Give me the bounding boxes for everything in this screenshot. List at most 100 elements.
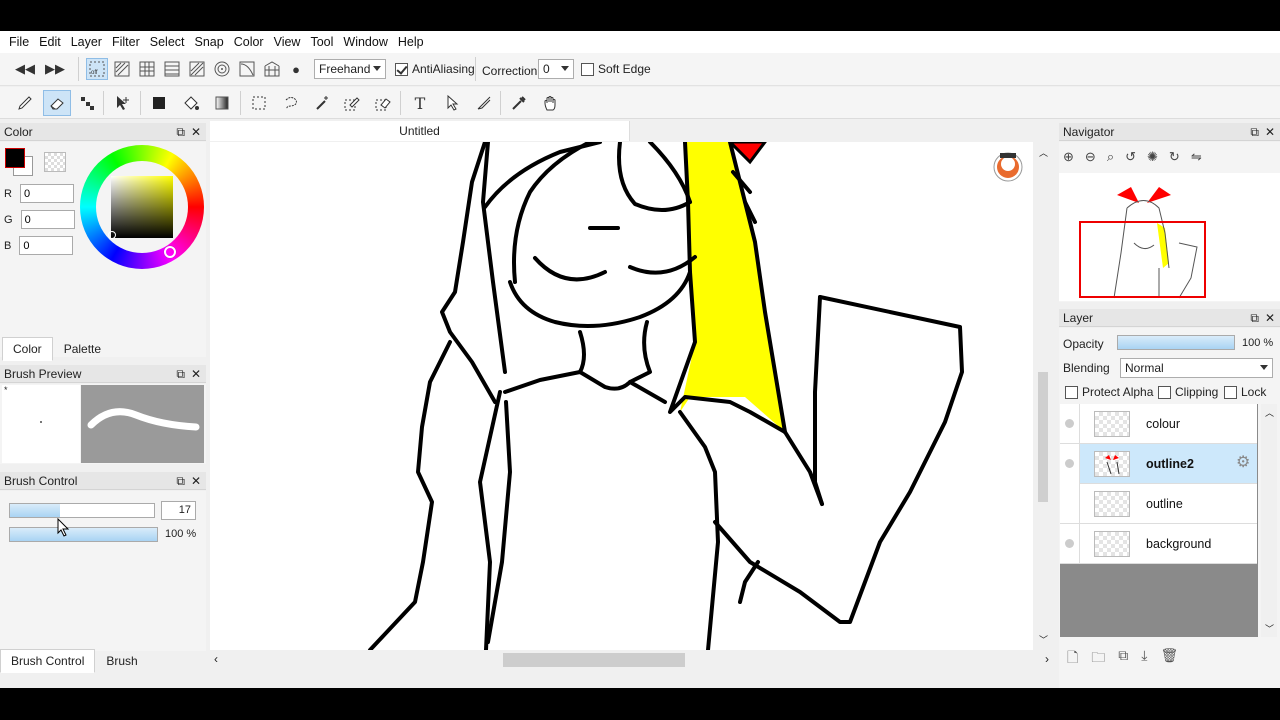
- chevron-up-icon[interactable]: ︿: [1039, 146, 1048, 159]
- duplicate-layer-icon[interactable]: ⧉: [1118, 647, 1128, 671]
- menu-tool[interactable]: Tool: [305, 35, 338, 49]
- snap-3d-icon[interactable]: [261, 58, 283, 80]
- eraser-tool-icon[interactable]: [43, 90, 71, 116]
- menu-snap[interactable]: Snap: [190, 35, 229, 49]
- menu-layer[interactable]: Layer: [66, 35, 107, 49]
- restore-icon[interactable]: ⧉: [176, 125, 185, 140]
- snap-grid-icon[interactable]: [136, 58, 158, 80]
- menu-help[interactable]: Help: [393, 35, 429, 49]
- transparent-color-swatch[interactable]: [44, 152, 66, 172]
- select-pen-tool-icon[interactable]: [341, 92, 363, 114]
- g-input[interactable]: [20, 210, 75, 229]
- select-rect-tool-icon[interactable]: [248, 92, 270, 114]
- menu-select[interactable]: Select: [145, 35, 190, 49]
- undo-icon[interactable]: ◀◀: [14, 58, 36, 80]
- layer-item-colour[interactable]: colour: [1060, 403, 1257, 444]
- brush-opacity-slider[interactable]: [9, 527, 158, 542]
- divide-tool-icon[interactable]: [473, 92, 495, 114]
- hand-tool-icon[interactable]: [540, 92, 562, 114]
- restore-icon[interactable]: ⧉: [176, 474, 185, 489]
- tab-brush-control[interactable]: Brush Control: [0, 649, 96, 673]
- close-icon[interactable]: ✕: [1265, 125, 1275, 140]
- menu-file[interactable]: File: [4, 35, 34, 49]
- layer-opacity-slider[interactable]: [1117, 335, 1235, 350]
- fill-rect-tool-icon[interactable]: [148, 92, 170, 114]
- antialiasing-checkbox[interactable]: AntiAliasing: [395, 62, 475, 76]
- new-folder-icon[interactable]: 🗀: [1091, 647, 1105, 671]
- layer-visibility-toggle[interactable]: [1060, 443, 1080, 484]
- rotate-right-icon[interactable]: ↻: [1169, 149, 1180, 165]
- blending-select[interactable]: Normal: [1120, 358, 1273, 378]
- r-input[interactable]: [19, 184, 74, 203]
- move-tool-icon[interactable]: [111, 92, 133, 114]
- bucket-tool-icon[interactable]: [180, 92, 202, 114]
- zoom-out-icon[interactable]: ⊖: [1085, 149, 1096, 165]
- rotate-reset-icon[interactable]: ✺: [1147, 149, 1158, 165]
- chevron-down-icon[interactable]: ﹀: [1265, 622, 1274, 635]
- menu-filter[interactable]: Filter: [107, 35, 145, 49]
- brush-size-slider[interactable]: [9, 503, 155, 518]
- chevron-left-icon[interactable]: ‹: [214, 652, 218, 666]
- gear-icon[interactable]: ⚙: [1236, 454, 1254, 472]
- tab-brush[interactable]: Brush: [95, 649, 148, 673]
- zoom-reset-icon[interactable]: ⌕: [1107, 149, 1114, 165]
- close-icon[interactable]: ✕: [191, 474, 201, 489]
- brush-size-input[interactable]: 17: [161, 501, 196, 520]
- rotate-left-icon[interactable]: ↺: [1125, 149, 1136, 165]
- navigator-preview[interactable]: [1059, 173, 1280, 301]
- layer-list-scrollbar[interactable]: ︿ ﹀: [1261, 404, 1277, 637]
- close-icon[interactable]: ✕: [191, 367, 201, 382]
- chevron-right-icon[interactable]: ›: [1045, 652, 1049, 666]
- chevron-up-icon[interactable]: ︿: [1265, 406, 1274, 419]
- snap-perspective-icon[interactable]: [186, 58, 208, 80]
- vertical-scrollbar[interactable]: ︿ ﹀: [1035, 142, 1051, 650]
- correction-select[interactable]: 0: [538, 59, 574, 79]
- layer-item-outline2[interactable]: outline2 ⚙: [1060, 443, 1257, 484]
- select-eraser-tool-icon[interactable]: [372, 92, 394, 114]
- tab-palette[interactable]: Palette: [53, 337, 112, 361]
- soft-edge-checkbox[interactable]: Soft Edge: [581, 62, 651, 76]
- layer-item-outline[interactable]: outline: [1060, 483, 1257, 524]
- tab-color[interactable]: Color: [2, 337, 53, 361]
- menu-window[interactable]: Window: [338, 35, 392, 49]
- menu-color[interactable]: Color: [229, 35, 269, 49]
- snap-curve-icon[interactable]: [236, 58, 258, 80]
- delete-layer-icon[interactable]: 🗑: [1160, 647, 1178, 671]
- layer-visibility-toggle[interactable]: [1060, 483, 1080, 524]
- merge-down-icon[interactable]: ⤓: [1141, 647, 1147, 671]
- vertical-scroll-thumb[interactable]: [1038, 372, 1048, 502]
- restore-icon[interactable]: ⧉: [1250, 125, 1259, 140]
- zoom-in-icon[interactable]: ⊕: [1063, 149, 1074, 165]
- flip-horizontal-icon[interactable]: ⇋: [1191, 149, 1202, 165]
- magic-wand-tool-icon[interactable]: [311, 92, 333, 114]
- lasso-tool-icon[interactable]: [280, 92, 302, 114]
- menu-edit[interactable]: Edit: [34, 35, 66, 49]
- layer-visibility-toggle[interactable]: [1060, 403, 1080, 444]
- close-icon[interactable]: ✕: [1265, 311, 1275, 326]
- saturation-value-square[interactable]: [111, 176, 173, 238]
- restore-icon[interactable]: ⧉: [176, 367, 185, 382]
- close-icon[interactable]: ✕: [191, 125, 201, 140]
- snap-point-icon[interactable]: ●: [285, 58, 307, 80]
- drawing-canvas[interactable]: [210, 142, 1033, 650]
- protect-alpha-checkbox[interactable]: Protect Alpha: [1065, 385, 1153, 399]
- snap-off-icon[interactable]: off: [86, 58, 108, 80]
- snap-parallel-icon[interactable]: [111, 58, 133, 80]
- horizontal-scroll-thumb[interactable]: [503, 653, 685, 667]
- redo-icon[interactable]: ▶▶: [44, 58, 66, 80]
- gradient-tool-icon[interactable]: [211, 92, 233, 114]
- hue-wheel[interactable]: [80, 145, 204, 269]
- eyedropper-tool-icon[interactable]: [508, 92, 530, 114]
- operation-tool-icon[interactable]: [441, 92, 463, 114]
- b-input[interactable]: [19, 236, 74, 255]
- menu-view[interactable]: View: [269, 35, 306, 49]
- new-layer-icon[interactable]: 🗋: [1067, 647, 1078, 671]
- restore-icon[interactable]: ⧉: [1250, 311, 1259, 326]
- snap-concentric-icon[interactable]: [211, 58, 233, 80]
- stroke-mode-select[interactable]: Freehand: [314, 59, 386, 79]
- clipping-checkbox[interactable]: Clipping: [1158, 385, 1218, 399]
- snap-crossline-icon[interactable]: [161, 58, 183, 80]
- document-tab[interactable]: Untitled: [210, 121, 630, 141]
- horizontal-scrollbar[interactable]: ‹ ›: [210, 651, 1053, 669]
- text-tool-icon[interactable]: T: [409, 92, 431, 114]
